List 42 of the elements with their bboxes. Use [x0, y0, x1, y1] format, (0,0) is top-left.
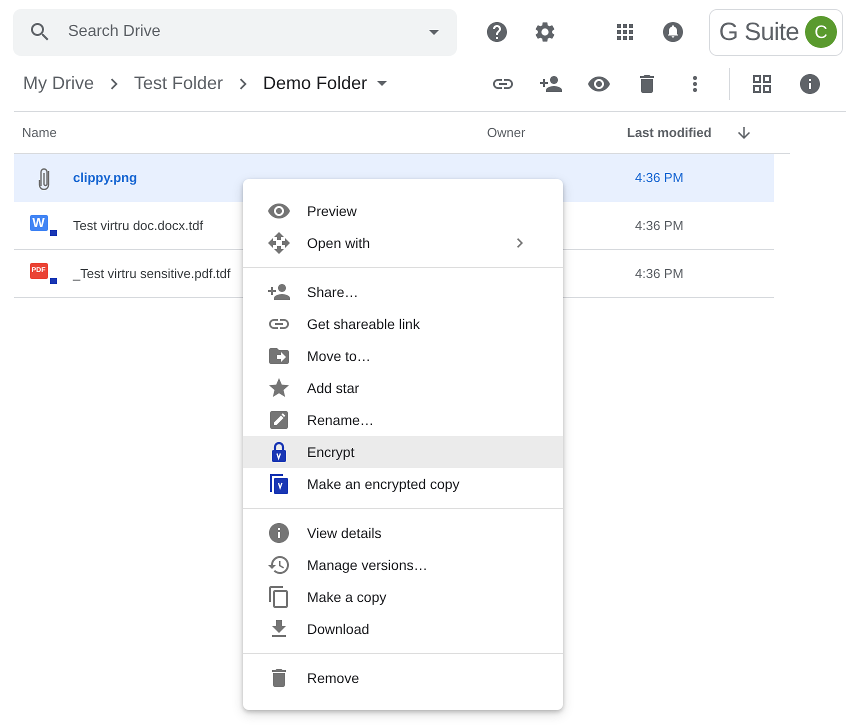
menu-item[interactable]: Rename…	[243, 404, 563, 436]
encrypted-copy-icon	[267, 472, 291, 496]
breadcrumb-link[interactable]: My Drive	[23, 73, 94, 94]
move-arrows-icon	[267, 231, 291, 255]
logo-text: G Suite	[719, 18, 799, 46]
menu-item[interactable]: Move to…	[243, 340, 563, 372]
pencil-icon	[267, 408, 291, 432]
column-header[interactable]: Last modified	[627, 125, 727, 140]
menu-item[interactable]: Download	[243, 613, 563, 645]
menu-item[interactable]: Remove	[243, 662, 563, 694]
search-bar[interactable]: Search Drive	[13, 8, 457, 56]
menu-item[interactable]: Share…	[243, 276, 563, 308]
caret-icon[interactable]	[377, 81, 388, 86]
search-field[interactable]: Search Drive	[66, 22, 429, 42]
file-name: _Test virtru sensitive.pdf.tdf	[73, 266, 232, 281]
menu-item[interactable]: View details	[243, 517, 563, 549]
modified-time: 4:36 PM	[635, 170, 684, 185]
info-icon[interactable]	[798, 72, 822, 96]
breadcrumb-link[interactable]: Demo Folder	[263, 73, 368, 94]
file-name: Test virtru doc.docx.tdf	[73, 218, 204, 233]
history-icon	[267, 553, 291, 577]
copy-icon	[267, 585, 291, 609]
menu-item[interactable]: Open with	[243, 227, 563, 259]
modified-time: 4:36 PM	[635, 266, 684, 281]
menu-item[interactable]: Encrypt	[243, 436, 563, 468]
column-header[interactable]: Name	[14, 125, 487, 140]
menu-item[interactable]: Make a copy	[243, 581, 563, 613]
breadcrumb-link[interactable]: Test Folder	[134, 73, 224, 94]
help-icon[interactable]	[485, 20, 509, 44]
info-icon	[267, 521, 291, 545]
menu-item[interactable]: Add star	[243, 372, 563, 404]
menu-item[interactable]: Make an encrypted copy	[243, 468, 563, 500]
bell-icon[interactable]	[661, 20, 685, 44]
account-button[interactable]: G Suite C	[709, 8, 843, 56]
settings-icon[interactable]	[533, 20, 557, 44]
menu-item[interactable]: Manage versions…	[243, 549, 563, 581]
file-name: clippy.png	[73, 170, 138, 185]
column-header[interactable]: Owner	[487, 125, 627, 140]
caret-icon[interactable]	[429, 30, 439, 34]
modified-time: 4:36 PM	[635, 218, 684, 233]
menu-item[interactable]: Get shareable link	[243, 308, 563, 340]
paperclip-icon	[36, 166, 50, 190]
